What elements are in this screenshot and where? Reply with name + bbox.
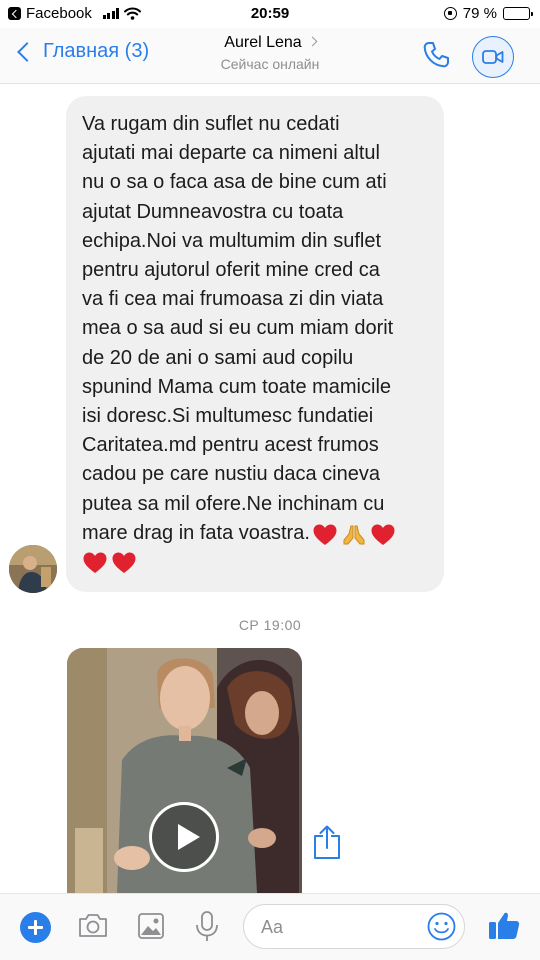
- contact-name: Aurel Lena: [224, 34, 302, 51]
- folded-hands-icon: [343, 525, 365, 545]
- video-call-button[interactable]: [472, 36, 514, 78]
- video-camera-icon: [482, 50, 504, 64]
- avatar-image: [9, 545, 57, 593]
- red-heart-icon: [83, 552, 107, 574]
- contact-info[interactable]: Aurel Lena Сейчас онлайн: [170, 34, 370, 72]
- smiley-icon[interactable]: [426, 911, 457, 942]
- message-list[interactable]: Va rugam din suflet nu cedati ajutati ma…: [0, 85, 540, 893]
- avatar[interactable]: [9, 545, 57, 593]
- chevron-left-icon: [17, 41, 37, 62]
- play-icon[interactable]: [149, 802, 219, 872]
- message-input[interactable]: Aa: [243, 904, 465, 949]
- microphone-icon[interactable]: [189, 908, 225, 944]
- image-icon[interactable]: [133, 908, 169, 944]
- battery-percent: 79 %: [462, 5, 497, 22]
- phone-icon[interactable]: [420, 39, 452, 71]
- message-text: Va rugam din suflet nu cedati ajutati ma…: [82, 113, 394, 544]
- red-heart-icon: [371, 524, 395, 545]
- contact-name-row: Aurel Lena: [170, 34, 370, 52]
- trailing-emoji-group: [82, 551, 430, 575]
- back-label: Главная (3): [43, 40, 150, 62]
- plus-icon[interactable]: [20, 912, 51, 943]
- contact-status: Сейчас онлайн: [220, 56, 320, 72]
- red-heart-icon: [313, 524, 337, 545]
- rotation-lock-icon: [443, 7, 457, 20]
- chevron-right-icon: [307, 36, 318, 47]
- message-bubble[interactable]: Va rugam din suflet nu cedati ajutati ma…: [66, 96, 444, 592]
- thumbs-up-icon[interactable]: [486, 907, 522, 943]
- inline-emoji-group: [312, 523, 396, 547]
- timestamp: СР 19:00: [238, 617, 302, 633]
- battery-icon: [503, 7, 533, 20]
- back-button[interactable]: Главная (3): [14, 40, 149, 63]
- status-bar: Facebook 20:59 79 %: [0, 0, 540, 28]
- conversation-header: Главная (3) Aurel Lena Сейчас онлайн: [0, 28, 540, 84]
- share-icon[interactable]: [312, 824, 342, 860]
- camera-icon[interactable]: [75, 908, 111, 944]
- message-input-placeholder: Aa: [261, 917, 284, 937]
- composer-bar: Aa: [0, 893, 540, 960]
- video-attachment[interactable]: [67, 648, 302, 893]
- red-heart-icon: [112, 552, 136, 574]
